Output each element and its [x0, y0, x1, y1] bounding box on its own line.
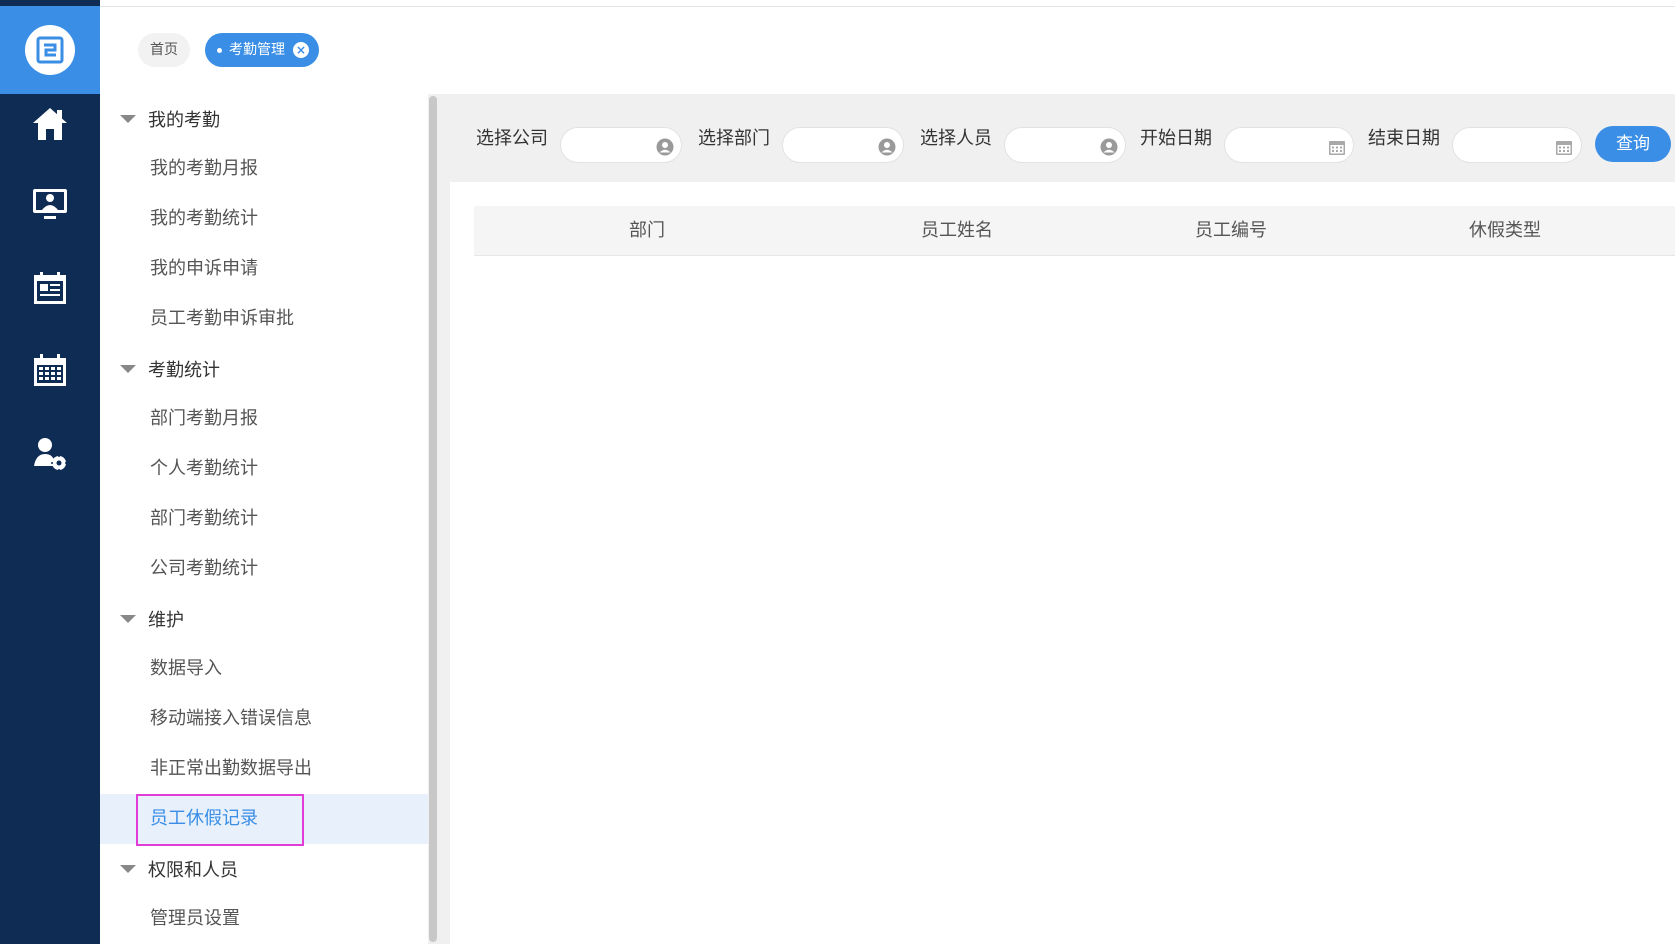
- main-area: 选择公司 选择部门 选择人员 开始日期 结束日期 查询 部门 员工姓名 员工编号…: [438, 94, 1675, 944]
- menu-group-label: 考勤统计: [148, 360, 220, 381]
- rail-logo[interactable]: [0, 6, 100, 94]
- tab-attendance-label: 考勤管理: [229, 42, 285, 58]
- tab-home[interactable]: 首页: [138, 33, 190, 67]
- menu-item-leave-records[interactable]: 员工休假记录: [100, 794, 428, 846]
- column-header-employee-id[interactable]: 员工编号: [1094, 206, 1368, 256]
- menu-group-attendance-stats[interactable]: 考勤统计: [100, 344, 428, 394]
- menu-item-appeal-approval[interactable]: 员工考勤申诉审批: [100, 294, 428, 344]
- company-label: 选择公司: [476, 128, 548, 149]
- column-header-leave-type[interactable]: 休假类型: [1368, 206, 1642, 256]
- end-date-label: 结束日期: [1368, 128, 1440, 149]
- caret-down-icon: [120, 365, 136, 373]
- menu-item-mobile-errors[interactable]: 移动端接入错误信息: [100, 694, 428, 744]
- menu-item-personal-stats[interactable]: 个人考勤统计: [100, 444, 428, 494]
- sidebar-scrollbar[interactable]: [428, 94, 438, 944]
- menu-group-label: 我的考勤: [148, 110, 220, 131]
- menu-item-my-monthly-report[interactable]: 我的考勤月报: [100, 144, 428, 194]
- calendar-list-icon[interactable]: [0, 258, 100, 318]
- column-header-department[interactable]: 部门: [474, 206, 820, 256]
- person-select[interactable]: [1004, 127, 1126, 163]
- tab-attendance-management[interactable]: 考勤管理 ×: [205, 33, 319, 67]
- menu-group-permissions[interactable]: 权限和人员: [100, 844, 428, 894]
- department-label: 选择部门: [698, 128, 770, 149]
- icon-rail: [0, 0, 100, 944]
- menu-group-maintenance[interactable]: 维护: [100, 594, 428, 644]
- active-dot-icon: [217, 47, 222, 53]
- menu-item-abnormal-export[interactable]: 非正常出勤数据导出: [100, 744, 428, 794]
- caret-down-icon: [120, 115, 136, 123]
- top-bar: 首页 考勤管理 ×: [100, 6, 1675, 94]
- company-select[interactable]: [560, 127, 682, 163]
- menu-item-data-import[interactable]: 数据导入: [100, 644, 428, 694]
- app-logo-icon: [25, 25, 75, 75]
- person-label: 选择人员: [920, 128, 992, 149]
- user-gear-icon[interactable]: [0, 424, 100, 484]
- monitor-user-icon[interactable]: [0, 175, 100, 235]
- home-icon[interactable]: [0, 94, 100, 154]
- menu-group-label: 维护: [148, 610, 184, 631]
- filter-bar: 选择公司 选择部门 选择人员 开始日期 结束日期 查询: [438, 94, 1675, 182]
- menu-item-dept-stats[interactable]: 部门考勤统计: [100, 494, 428, 544]
- content-panel: 部门 员工姓名 员工编号 休假类型: [450, 182, 1675, 944]
- table-header: 部门 员工姓名 员工编号 休假类型: [474, 206, 1675, 256]
- menu-item-my-appeal[interactable]: 我的申诉申请: [100, 244, 428, 294]
- menu-item-my-statistics[interactable]: 我的考勤统计: [100, 194, 428, 244]
- department-select[interactable]: [782, 127, 904, 163]
- start-date-label: 开始日期: [1140, 128, 1212, 149]
- caret-down-icon: [120, 865, 136, 873]
- menu-item-admin-settings[interactable]: 管理员设置: [100, 894, 428, 944]
- sidebar-menu: 我的考勤 我的考勤月报 我的考勤统计 我的申诉申请 员工考勤申诉审批 考勤统计 …: [100, 94, 428, 944]
- start-date-input[interactable]: [1224, 127, 1354, 163]
- column-header-employee-name[interactable]: 员工姓名: [820, 206, 1094, 256]
- calendar-grid-icon[interactable]: [0, 340, 100, 400]
- menu-item-dept-monthly-report[interactable]: 部门考勤月报: [100, 394, 428, 444]
- close-circle-icon[interactable]: ×: [293, 42, 309, 58]
- menu-group-my-attendance[interactable]: 我的考勤: [100, 94, 428, 144]
- end-date-input[interactable]: [1452, 127, 1582, 163]
- scrollbar-thumb[interactable]: [429, 96, 437, 942]
- menu-item-company-stats[interactable]: 公司考勤统计: [100, 544, 428, 594]
- menu-item-leave-records-label: 员工休假记录: [150, 808, 258, 829]
- query-button[interactable]: 查询: [1595, 126, 1671, 162]
- menu-group-label: 权限和人员: [148, 860, 238, 881]
- caret-down-icon: [120, 615, 136, 623]
